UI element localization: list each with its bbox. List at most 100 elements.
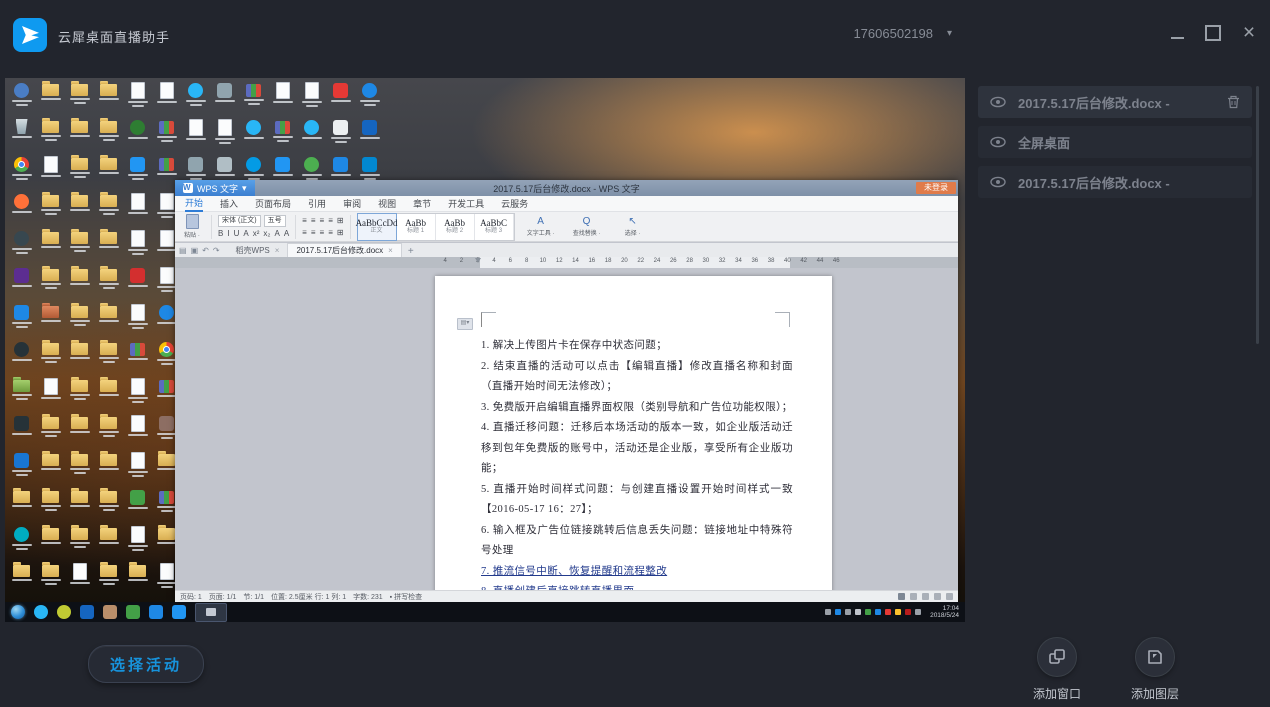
desktop-icon — [123, 450, 152, 486]
eye-icon[interactable] — [990, 96, 1006, 108]
desktop-icon — [181, 80, 210, 116]
ruler-number: 28 — [681, 258, 697, 264]
desktop-icon — [65, 154, 94, 190]
ruler-number: 22 — [633, 258, 649, 264]
desktop-icon — [65, 561, 94, 597]
desktop-icon — [94, 117, 123, 153]
desktop-icon — [268, 80, 297, 116]
new-tab-button: + — [402, 246, 420, 257]
view-mode-icons — [898, 593, 953, 600]
start-button-icon — [11, 605, 25, 619]
ruler-number: 34 — [730, 258, 746, 264]
desktop-icon — [36, 265, 65, 301]
source-label: 全屏桌面 — [1018, 133, 1070, 152]
eye-icon[interactable] — [990, 136, 1006, 148]
ruler-number: 38 — [763, 258, 779, 264]
desktop-icon — [94, 376, 123, 412]
desktop-icon — [7, 339, 36, 375]
ruler-number: 14 — [567, 258, 583, 264]
eye-icon[interactable] — [990, 176, 1006, 188]
desktop-icon — [94, 80, 123, 116]
desktop-icon — [239, 80, 268, 116]
desktop-icon — [326, 117, 355, 153]
status-left: 页码: 1 页面: 1/1 节: 1/1 位置: 2.5厘米 行: 1 列: 1… — [180, 592, 422, 602]
source-list: 2017.5.17后台修改.docx - 全屏桌面 2017.5.17后台修改.do… — [978, 86, 1252, 206]
document-content: 1. 解决上传图片卡在保存中状态问题；2. 结束直播的活动可以点击【编辑直播】修… — [481, 336, 793, 590]
ruler-number: 40 — [779, 258, 795, 264]
app-title: 云犀桌面直播助手 — [58, 27, 170, 46]
style-item: AaBbC标题 3 — [475, 214, 514, 240]
desktop-icon — [7, 265, 36, 301]
ruler: 4224681012141618202224262830323436384042… — [175, 257, 958, 268]
tray-icon — [865, 609, 871, 615]
desktop-icon — [36, 413, 65, 449]
para-glyph: ≡ — [302, 228, 307, 238]
desktop-icon — [123, 154, 152, 190]
ruler-number: 16 — [584, 258, 600, 264]
paragraph-glyphs-2: ≡≡≡≡⊞ — [302, 228, 343, 238]
doc-paragraph: 2. 结束直播的活动可以点击【编辑直播】修改直播名称和封面（直播开始时间无法修改… — [481, 357, 793, 398]
maximize-button[interactable] — [1202, 22, 1224, 44]
margin-mark-left — [481, 312, 496, 327]
desktop-icon — [36, 154, 65, 190]
desktop-icon — [36, 80, 65, 116]
desktop-icon — [36, 191, 65, 227]
taskbar-icon — [57, 605, 71, 619]
source-list-item[interactable]: 2017.5.17后台修改.docx - — [978, 86, 1252, 118]
desktop-icon — [65, 117, 94, 153]
document-tab: 稻壳WPS× — [228, 244, 288, 257]
select-activity-button[interactable]: 选择活动 — [88, 645, 204, 683]
desktop-icon — [7, 228, 36, 264]
desktop-icon — [7, 117, 36, 153]
wps-status-bar: 页码: 1 页面: 1/1 节: 1/1 位置: 2.5厘米 行: 1 列: 1… — [175, 590, 958, 602]
wps-logo-icon: W — [183, 183, 193, 193]
desktop-icon — [152, 80, 181, 116]
desktop-icon — [123, 191, 152, 227]
system-tray: 17:04 2018/5/24 — [825, 605, 959, 619]
desktop-icon — [94, 339, 123, 375]
account-selector[interactable]: 17606502198 ▾ — [853, 26, 952, 41]
source-list-item[interactable]: 2017.5.17后台修改.docx - — [978, 166, 1252, 198]
doc-paragraph: 5. 直播开始时间样式问题：与创建直播设置开始时间样式一致【2016-05-17… — [481, 480, 793, 521]
sidebar-scrollbar[interactable] — [1256, 86, 1259, 344]
ribbon-tool: A文字工具 · — [523, 216, 559, 237]
format-glyph: U — [234, 229, 240, 239]
desktop-icon — [94, 561, 123, 597]
doc-paragraph: 1. 解决上传图片卡在保存中状态问题； — [481, 336, 793, 357]
desktop-icon — [123, 302, 152, 338]
ruler-number: 10 — [535, 258, 551, 264]
font-size-select: 五号 — [264, 215, 286, 227]
wps-menu-tab: 开发工具 — [448, 197, 484, 210]
desktop-icon — [7, 487, 36, 523]
ruler-number: 44 — [812, 258, 828, 264]
minimize-button[interactable] — [1166, 22, 1188, 44]
desktop-icon — [210, 80, 239, 116]
chevron-down-icon: ▾ — [947, 28, 952, 39]
desktop-icon — [181, 117, 210, 153]
para-glyph: ≡ — [328, 228, 333, 238]
tray-icon — [875, 609, 881, 615]
format-glyph: x₂ — [263, 229, 270, 239]
indent-marker — [475, 258, 481, 263]
tray-icon — [885, 609, 891, 615]
ruler-number: 18 — [600, 258, 616, 264]
desktop-icon — [123, 376, 152, 412]
paragraph-glyphs: ≡≡≡≡⊞ — [302, 216, 343, 226]
desktop-icon — [123, 524, 152, 560]
tray-icon — [915, 609, 921, 615]
add-window-button[interactable]: 添加窗口 — [1018, 637, 1096, 702]
paste-options-chip: ▤▾ — [457, 318, 473, 330]
format-glyph: A — [284, 229, 289, 239]
trash-icon[interactable] — [1227, 95, 1240, 109]
add-layer-icon — [1146, 648, 1164, 666]
para-glyph: ≡ — [311, 216, 316, 226]
source-list-item[interactable]: 全屏桌面 — [978, 126, 1252, 158]
desktop-icon — [7, 80, 36, 116]
ruler-number: 32 — [714, 258, 730, 264]
close-button[interactable]: × — [1238, 22, 1260, 44]
desktop-preview[interactable]: W WPS 文字 ▾ 2017.5.17后台修改.docx - WPS 文字 未… — [5, 78, 965, 622]
titlebar: 云犀桌面直播助手 17606502198 ▾ × — [0, 0, 1270, 62]
style-item: AaBb标题 2 — [436, 214, 475, 240]
desktop-icon — [123, 228, 152, 264]
add-layer-button[interactable]: 添加图层 — [1116, 637, 1194, 702]
